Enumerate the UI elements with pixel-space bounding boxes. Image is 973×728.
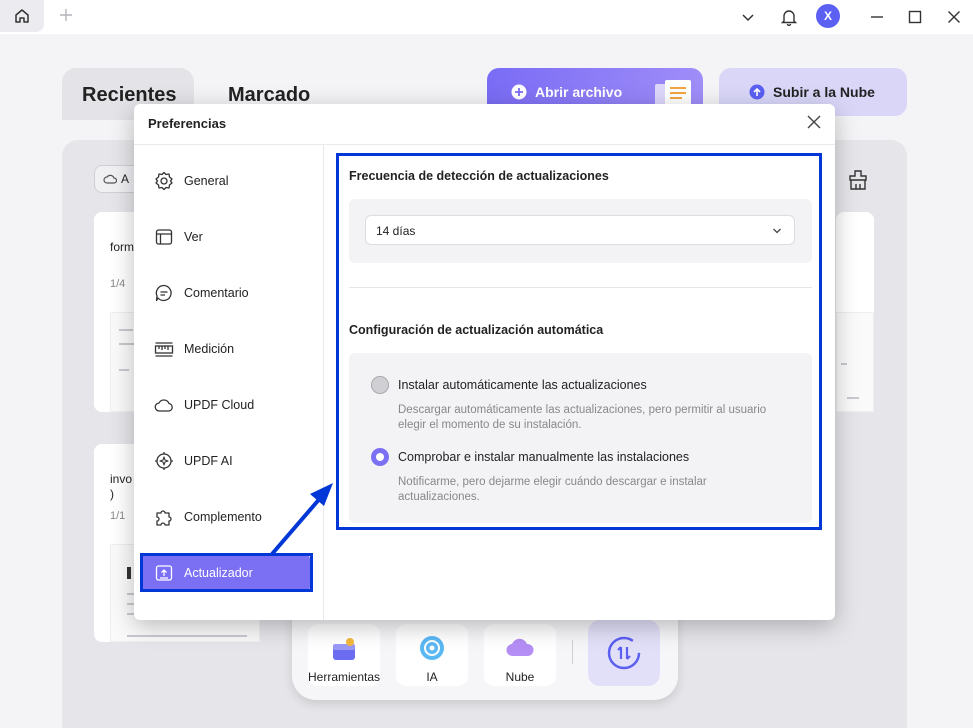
close-icon bbox=[807, 115, 821, 129]
bottom-toolbar: Herramientas IA Nube bbox=[292, 612, 678, 700]
chevron-down-icon bbox=[742, 14, 754, 22]
comment-icon bbox=[155, 284, 172, 302]
sidebar-item-medicion[interactable]: Medición bbox=[140, 331, 310, 367]
new-tab-button[interactable] bbox=[56, 6, 76, 26]
bell-icon bbox=[780, 10, 798, 26]
maximize-icon bbox=[908, 10, 922, 24]
view-icon bbox=[155, 229, 173, 245]
file-card-pages: 1/1 bbox=[110, 510, 126, 522]
ai-icon bbox=[155, 452, 173, 470]
highlight-box-settings bbox=[336, 153, 822, 530]
preferences-sidebar: General Ver Comentario Medición UPDF Clo… bbox=[134, 144, 324, 620]
plus-icon bbox=[60, 9, 72, 21]
file-thumbnail bbox=[836, 312, 874, 412]
sidebar-item-ver[interactable]: Ver bbox=[140, 219, 310, 255]
sidebar-item-comentario[interactable]: Comentario bbox=[140, 275, 310, 311]
plus-circle-icon bbox=[511, 84, 527, 100]
open-file-label: Abrir archivo bbox=[535, 84, 623, 100]
tools-label: Herramientas bbox=[308, 670, 381, 684]
ruler-icon bbox=[154, 342, 174, 357]
toolbox-icon bbox=[333, 638, 355, 660]
file-card-pages: 1/4 bbox=[110, 278, 126, 290]
avatar[interactable]: X bbox=[816, 4, 840, 28]
cleanup-icon[interactable] bbox=[846, 168, 870, 192]
title-bar: X bbox=[0, 0, 973, 34]
close-window-button[interactable] bbox=[943, 6, 965, 28]
cloud-icon bbox=[103, 174, 117, 184]
minimize-button[interactable] bbox=[866, 6, 888, 28]
convert-button[interactable] bbox=[588, 620, 660, 686]
maximize-button[interactable] bbox=[904, 6, 926, 28]
puzzle-icon bbox=[156, 510, 172, 526]
upload-circle-icon bbox=[749, 84, 765, 100]
tools-button[interactable]: Herramientas bbox=[308, 624, 380, 686]
dialog-close-button[interactable] bbox=[806, 114, 824, 132]
avatar-letter: X bbox=[823, 9, 832, 23]
sidebar-item-label: General bbox=[184, 174, 229, 188]
sidebar-item-label: Medición bbox=[184, 342, 235, 356]
sidebar-item-label: Ver bbox=[184, 230, 203, 244]
sidebar-item-label: Comentario bbox=[184, 286, 249, 300]
sidebar-item-updf-cloud[interactable]: UPDF Cloud bbox=[140, 387, 310, 423]
toolbar-divider bbox=[572, 640, 573, 664]
dropdown-button[interactable] bbox=[737, 6, 759, 28]
cloud-icon bbox=[154, 399, 173, 412]
convert-icon bbox=[607, 636, 641, 670]
close-icon bbox=[948, 11, 960, 23]
sidebar-item-label: UPDF AI bbox=[184, 454, 233, 468]
gear-icon bbox=[155, 171, 173, 191]
ai-label: IA bbox=[426, 670, 438, 684]
minimize-icon bbox=[871, 16, 883, 18]
ai-button[interactable]: IA bbox=[396, 624, 468, 686]
sidebar-item-label: Complemento bbox=[184, 510, 262, 524]
file-card[interactable] bbox=[836, 212, 874, 412]
sidebar-item-updf-ai[interactable]: UPDF AI bbox=[140, 443, 310, 479]
ai-orb-icon bbox=[420, 636, 444, 660]
cloud-icon bbox=[506, 638, 534, 657]
upload-cloud-label: Subir a la Nube bbox=[773, 84, 875, 100]
cloud-button[interactable]: Nube bbox=[484, 624, 556, 686]
sidebar-item-general[interactable]: General bbox=[140, 163, 310, 199]
home-icon bbox=[15, 9, 29, 23]
file-card-title: form bbox=[110, 240, 134, 254]
home-button[interactable] bbox=[0, 0, 44, 32]
notifications-button[interactable] bbox=[778, 6, 800, 28]
sidebar-item-label: UPDF Cloud bbox=[184, 398, 255, 412]
sidebar-item-complemento[interactable]: Complemento bbox=[140, 499, 310, 535]
highlight-box-actualizador bbox=[140, 553, 313, 592]
dialog-title: Preferencias bbox=[148, 116, 227, 131]
filter-chip-label: A bbox=[121, 172, 130, 186]
cloud-label: Nube bbox=[505, 670, 535, 684]
file-card-title: invo ) bbox=[110, 472, 133, 501]
